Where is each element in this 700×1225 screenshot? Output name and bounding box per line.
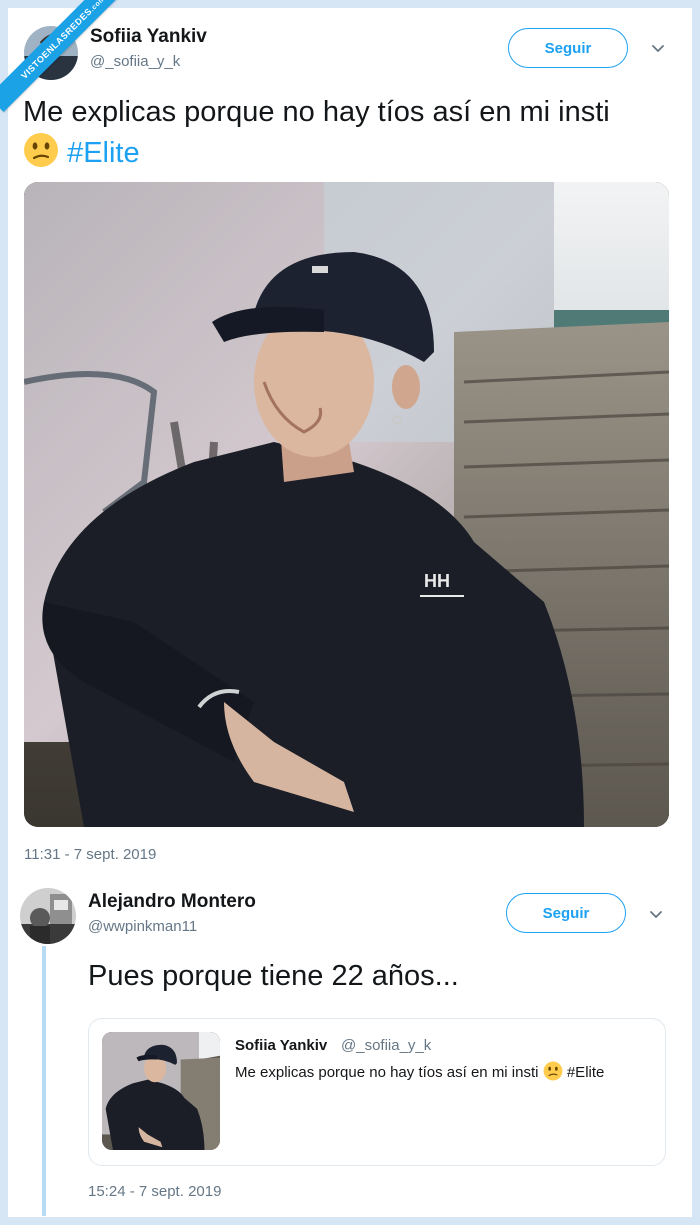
thread-line bbox=[42, 946, 46, 1216]
tweet-text-body: Me explicas porque no hay tíos así en mi… bbox=[23, 96, 610, 128]
quoted-author-handle: @_sofiia_y_k bbox=[341, 1037, 432, 1054]
quoted-tweet-card[interactable]: Sofiia Yankiv @_sofiia_y_k Me explicas p… bbox=[88, 1018, 666, 1166]
chevron-down-icon[interactable] bbox=[650, 40, 666, 56]
quoted-hashtag: #Elite bbox=[566, 1064, 605, 1081]
hashtag-link[interactable]: #Elite bbox=[67, 137, 140, 169]
quoted-confused-face-emoji bbox=[543, 1061, 563, 1081]
avatar-alejandro[interactable] bbox=[20, 888, 76, 944]
author-handle[interactable]: @_sofiia_y_k bbox=[90, 53, 180, 70]
reply-text: Pues porque tiene 22 años... bbox=[88, 960, 459, 992]
svg-text:HH: HH bbox=[424, 571, 450, 591]
reply-author-name[interactable]: Alejandro Montero bbox=[88, 891, 256, 913]
tweet-timestamp[interactable]: 11:31 - 7 sept. 2019 bbox=[24, 846, 156, 863]
reply-follow-button[interactable]: Seguir bbox=[506, 893, 626, 933]
watermark-suffix: .com bbox=[88, 0, 107, 14]
confused-face-emoji bbox=[24, 133, 58, 167]
quoted-author-name: Sofiia Yankiv bbox=[235, 1037, 328, 1054]
reply-timestamp[interactable]: 15:24 - 7 sept. 2019 bbox=[88, 1183, 221, 1200]
author-name[interactable]: Sofiia Yankiv bbox=[90, 26, 207, 48]
quoted-tweet-thumbnail bbox=[102, 1032, 220, 1150]
reply-chevron-down-icon[interactable] bbox=[648, 906, 664, 922]
tweet-photo[interactable]: HH bbox=[24, 182, 669, 827]
reply-author-handle[interactable]: @wwpinkman11 bbox=[88, 918, 197, 935]
follow-button[interactable]: Seguir bbox=[508, 28, 628, 68]
quoted-tweet-text: Me explicas porque no hay tíos así en mi… bbox=[235, 1061, 604, 1083]
tweet-text: Me explicas porque no hay tíos así en mi… bbox=[23, 92, 683, 173]
quoted-tweet-body: Me explicas porque no hay tíos así en mi… bbox=[235, 1064, 539, 1081]
tweet-frame: VISTOENLASREDES.com Sofiia Yankiv @_sofi… bbox=[0, 0, 692, 1217]
